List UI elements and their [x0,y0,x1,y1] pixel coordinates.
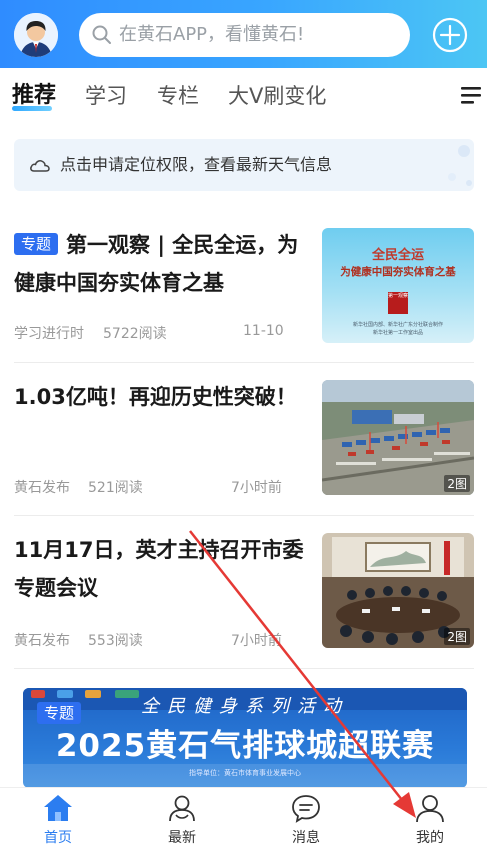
nav-home[interactable]: 首页 [18,788,98,848]
article-reads: 5722阅读 [103,326,167,342]
article-title[interactable]: 专题 第一观察 | 全民全运，为健康中国夯实体育之基 [14,226,304,302]
image-count-badge: 2图 [444,628,470,645]
article-thumbnail[interactable]: 2图 [322,533,474,648]
plus-circle-icon[interactable] [432,17,468,53]
article-thumbnail[interactable]: 全民全运 为健康中国夯实体育之基 第一观察 新华社国内部、新华社广东分社联合制作… [322,228,474,343]
tab-study[interactable]: 学习 [85,80,127,112]
people-icon [169,795,195,822]
article-time: 7小时前 [231,633,282,649]
divider [14,668,474,669]
article-time: 11-10 [243,323,284,339]
bottom-navigation: 首页 最新 消息 我的 [0,787,487,848]
search-icon [92,25,111,44]
banner-small-text: 指导单位：黄石市体育事业发展中心 [189,769,301,777]
user-avatar-icon[interactable] [14,13,58,57]
thumb-credit-2: 新华社第一工作室出品 [372,330,423,336]
article-thumbnail[interactable]: 2图 [322,380,474,495]
nav-latest[interactable]: 最新 [142,788,222,848]
active-tab-indicator [12,106,52,111]
article-source: 学习进行时 [14,326,84,342]
special-tag: 专题 [37,702,82,724]
top-header: 在黄石APP，看懂黄石! [0,0,487,68]
special-tag: 专题 [14,233,59,255]
nav-label: 最新 [168,830,196,846]
profile-icon [416,795,444,823]
article-reads: 553阅读 [88,633,143,649]
weather-decoration [448,145,472,186]
channel-menu-icon[interactable] [459,84,483,106]
cloud-icon [30,160,50,172]
tab-big-v[interactable]: 大V刷变化 [228,80,326,112]
banner-subtitle: 全民健身系列活动 [141,696,349,717]
search-bar[interactable]: 在黄石APP，看懂黄石! [79,13,410,57]
promo-banner[interactable]: 全民健身系列活动 2025黄石气排球城超联赛 指导单位：黄石市体育事业发展中心 … [23,688,467,788]
tab-column[interactable]: 专栏 [157,80,199,112]
weather-prompt-text: 点击申请定位权限，查看最新天气信息 [60,155,333,174]
article-item[interactable]: 1.03亿吨！再迎历史性突破！ 黄石发布 521阅读 7小时前 2图 [0,374,487,514]
nav-label: 首页 [44,830,72,846]
thumb-subheading: 为健康中国夯实体育之基 [340,266,456,278]
banner-title: 2025黄石气排球城超联赛 [55,728,435,764]
article-title[interactable]: 11月17日，英才主持召开市委专题会议 [14,531,304,607]
article-time: 7小时前 [231,480,282,496]
search-placeholder[interactable]: 在黄石APP，看懂黄石! [119,13,304,57]
nav-profile[interactable]: 我的 [390,788,470,848]
article-title[interactable]: 1.03亿吨！再迎历史性突破！ [14,378,304,416]
divider [14,515,474,516]
image-count-badge: 2图 [444,475,470,492]
seal-stamp: 第一观察 [388,292,408,314]
article-source: 黄石发布 [14,480,70,496]
thumb-credit: 新华社国内部、新华社广东分社联合制作 [352,322,443,328]
nav-messages[interactable]: 消息 [266,788,346,848]
nav-label: 消息 [292,830,320,846]
article-source: 黄石发布 [14,633,70,649]
thumb-heading: 全民全运 [371,248,424,263]
home-icon [44,795,72,821]
message-icon [292,795,320,823]
article-item[interactable]: 专题 第一观察 | 全民全运，为健康中国夯实体育之基 学习进行时 5722阅读 1… [0,222,487,362]
nav-label: 我的 [416,830,444,846]
article-item[interactable]: 11月17日，英才主持召开市委专题会议 黄石发布 553阅读 7小时前 2图 [0,527,487,667]
weather-banner[interactable]: 点击申请定位权限，查看最新天气信息 [14,139,474,191]
article-reads: 521阅读 [88,480,143,496]
divider [14,362,474,363]
